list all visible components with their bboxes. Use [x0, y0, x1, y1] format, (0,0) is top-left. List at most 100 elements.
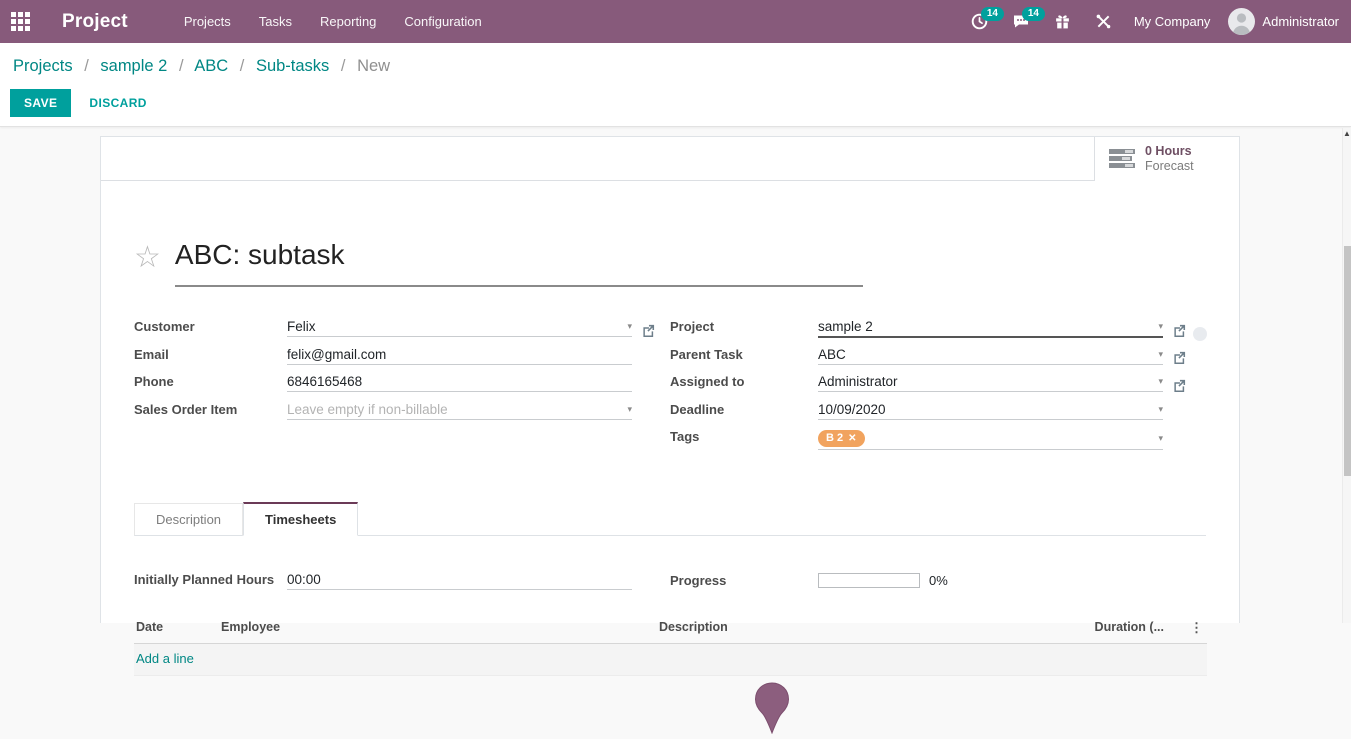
tab-timesheets[interactable]: Timesheets [243, 502, 358, 536]
cursor-pin-marker [753, 682, 791, 734]
assigned-to-external-link-icon[interactable] [1173, 379, 1186, 397]
phone-label: Phone [134, 374, 287, 389]
menu-tasks[interactable]: Tasks [259, 14, 292, 29]
tag-pill[interactable]: B 2✕ [818, 430, 865, 447]
company-switcher[interactable]: My Company [1134, 14, 1211, 29]
form-statusbar: 0 Hours Forecast [101, 137, 1239, 181]
field-groups: Customer Felix ▾ Email felix@gmail.com [134, 319, 1206, 457]
app-title[interactable]: Project [62, 11, 128, 33]
kanban-state-dot[interactable] [1193, 327, 1207, 341]
timesheet-table-header: Date Employee Description Duration (... … [134, 614, 1207, 644]
email-label: Email [134, 347, 287, 362]
apps-menu-icon[interactable] [11, 12, 30, 31]
menu-reporting[interactable]: Reporting [320, 14, 376, 29]
parent-task-external-link-icon[interactable] [1173, 351, 1186, 369]
deadline-label: Deadline [670, 402, 818, 417]
field-assigned-to: Assigned to Administrator ▾ [670, 374, 1206, 402]
page-scrollbar[interactable]: ▲ [1342, 128, 1351, 623]
progress-bar [818, 573, 920, 588]
optional-columns-icon[interactable]: ⋮ [1164, 620, 1207, 636]
project-external-link-icon[interactable] [1173, 324, 1186, 342]
dropdown-caret-icon[interactable]: ▾ [1154, 349, 1163, 360]
updates-button[interactable] [1042, 7, 1083, 36]
customer-label: Customer [134, 319, 287, 334]
task-title-input[interactable]: ABC: subtask [175, 239, 863, 287]
form-sheet: ☆ ABC: subtask Customer Felix ▾ [101, 239, 1239, 676]
tag-remove-icon[interactable]: ✕ [848, 432, 856, 445]
sales-order-item-label: Sales Order Item [134, 402, 287, 417]
field-deadline: Deadline 10/09/2020 ▾ [670, 402, 1206, 430]
breadcrumb-current: New [357, 57, 390, 75]
navbar-right: 14 14 My Company Administrator [959, 7, 1351, 36]
project-input[interactable]: sample 2 ▾ [818, 319, 1163, 338]
field-phone: Phone 6846165468 [134, 374, 670, 402]
breadcrumb-separator: / [179, 57, 184, 75]
top-navbar: Project Projects Tasks Reporting Configu… [0, 0, 1351, 43]
dropdown-caret-icon[interactable]: ▾ [1154, 404, 1163, 415]
scroll-up-arrow-icon[interactable]: ▲ [1343, 128, 1351, 140]
planned-hours-input[interactable]: 00:00 [287, 572, 632, 590]
breadcrumb-separator: / [341, 57, 346, 75]
save-button[interactable]: SAVE [10, 89, 71, 117]
column-employee[interactable]: Employee [221, 620, 659, 636]
parent-task-input[interactable]: ABC ▾ [818, 347, 1163, 365]
customer-external-link-icon[interactable] [642, 324, 655, 342]
dropdown-caret-icon[interactable]: ▾ [1154, 376, 1163, 387]
column-description[interactable]: Description [659, 620, 1084, 636]
tags-label: Tags [670, 429, 818, 444]
phone-value: 6846165468 [287, 374, 632, 389]
priority-star-icon[interactable]: ☆ [134, 243, 161, 273]
breadcrumb-separator: / [84, 57, 89, 75]
sales-order-item-input[interactable]: Leave empty if non-billable ▾ [287, 402, 632, 420]
breadcrumb-subtasks[interactable]: Sub-tasks [256, 57, 329, 75]
dropdown-caret-icon[interactable]: ▾ [1154, 321, 1163, 332]
email-value: felix@gmail.com [287, 347, 632, 362]
forecast-smart-button[interactable]: 0 Hours Forecast [1094, 137, 1239, 181]
deadline-value: 10/09/2020 [818, 402, 1154, 417]
scrollbar-thumb[interactable] [1344, 246, 1351, 476]
dropdown-caret-icon[interactable]: ▾ [623, 404, 632, 415]
forecast-label: Forecast [1145, 159, 1194, 174]
progress-percent: 0% [929, 573, 948, 588]
tab-description[interactable]: Description [134, 503, 243, 536]
sales-order-item-placeholder: Leave empty if non-billable [287, 402, 623, 417]
deadline-input[interactable]: 10/09/2020 ▾ [818, 402, 1163, 420]
column-duration[interactable]: Duration (... [1084, 620, 1164, 636]
add-a-line-link[interactable]: Add a line [136, 651, 194, 666]
customer-value: Felix [287, 319, 623, 334]
project-label: Project [670, 319, 818, 334]
planned-hours-label: Initially Planned Hours [134, 572, 287, 587]
messages-button[interactable]: 14 [1000, 7, 1042, 36]
user-menu[interactable]: Administrator [1228, 8, 1343, 35]
assigned-to-input[interactable]: Administrator ▾ [818, 374, 1163, 392]
breadcrumb-separator: / [240, 57, 245, 75]
field-customer: Customer Felix ▾ [134, 319, 670, 347]
field-tags: Tags B 2✕ ▾ [670, 429, 1206, 457]
breadcrumb-sample2[interactable]: sample 2 [100, 57, 167, 75]
task-form-card: 0 Hours Forecast ☆ ABC: subtask Customer [100, 136, 1240, 623]
support-button[interactable] [1083, 7, 1124, 36]
table-row: Add a line [134, 644, 1207, 676]
menu-projects[interactable]: Projects [184, 14, 231, 29]
main-menus: Projects Tasks Reporting Configuration [184, 14, 482, 29]
customer-input[interactable]: Felix ▾ [287, 319, 632, 337]
discard-button[interactable]: DISCARD [89, 96, 146, 110]
dropdown-caret-icon[interactable]: ▾ [1154, 433, 1163, 444]
tags-input[interactable]: B 2✕ ▾ [818, 429, 1163, 450]
assigned-to-label: Assigned to [670, 374, 818, 389]
gift-icon [1054, 13, 1071, 30]
project-value: sample 2 [818, 319, 1154, 334]
breadcrumb-abc[interactable]: ABC [194, 57, 228, 75]
user-name: Administrator [1262, 14, 1339, 29]
dropdown-caret-icon[interactable]: ▾ [623, 321, 632, 332]
breadcrumb-projects[interactable]: Projects [13, 57, 73, 75]
email-input[interactable]: felix@gmail.com [287, 347, 632, 365]
activities-button[interactable]: 14 [959, 7, 1000, 36]
phone-input[interactable]: 6846165468 [287, 374, 632, 392]
notebook-tabs: Description Timesheets [134, 502, 1206, 536]
menu-configuration[interactable]: Configuration [404, 14, 481, 29]
column-date[interactable]: Date [136, 620, 221, 636]
field-parent-task: Parent Task ABC ▾ [670, 347, 1206, 375]
parent-task-label: Parent Task [670, 347, 818, 362]
breadcrumb: Projects / sample 2 / ABC / Sub-tasks / … [0, 43, 1351, 76]
